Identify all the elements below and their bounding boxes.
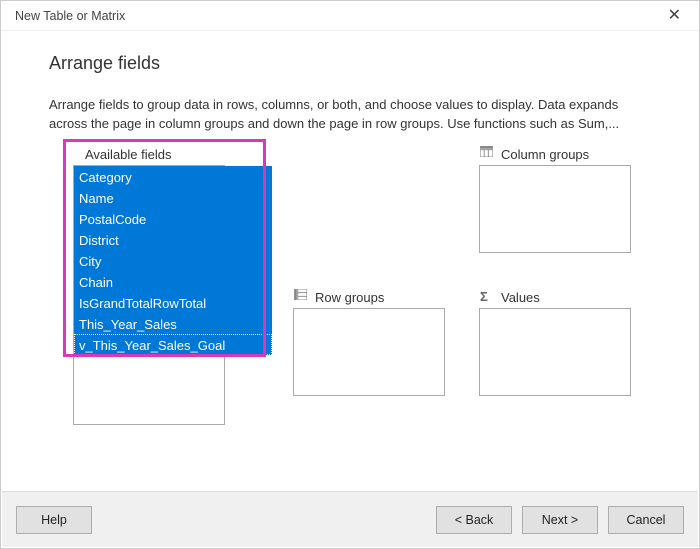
field-item[interactable]: District <box>74 229 272 250</box>
values-icon: Σ <box>480 289 488 304</box>
column-groups-label: Column groups <box>501 147 589 162</box>
values-box[interactable] <box>479 308 631 396</box>
back-button[interactable]: < Back <box>436 506 512 534</box>
column-groups-icon <box>480 146 493 157</box>
field-item[interactable]: Category <box>74 166 272 187</box>
page-title: Arrange fields <box>49 53 659 74</box>
cancel-button[interactable]: Cancel <box>608 506 684 534</box>
row-groups-box[interactable] <box>293 308 445 396</box>
field-item[interactable]: Name <box>74 187 272 208</box>
field-item[interactable]: Chain <box>74 271 272 292</box>
field-item[interactable]: IsGrandTotalRowTotal <box>74 292 272 313</box>
available-fields-label: Available fields <box>85 147 171 162</box>
row-groups-icon <box>294 289 307 300</box>
field-item[interactable]: This_Year_Sales <box>74 313 272 334</box>
window-title: New Table or Matrix <box>15 9 125 23</box>
row-groups-label: Row groups <box>315 290 384 305</box>
next-button[interactable]: Next > <box>522 506 598 534</box>
close-icon[interactable]: ✕ <box>660 4 689 28</box>
help-button[interactable]: Help <box>16 506 92 534</box>
field-item[interactable]: v_This_Year_Sales_Goal <box>74 334 272 355</box>
page-description: Arrange fields to group data in rows, co… <box>49 96 659 134</box>
column-groups-box[interactable] <box>479 165 631 253</box>
values-label: Values <box>501 290 540 305</box>
available-fields-box[interactable]: Category Name PostalCode District City C… <box>73 165 225 425</box>
field-item[interactable]: City <box>74 250 272 271</box>
available-fields-list[interactable]: Category Name PostalCode District City C… <box>74 166 272 355</box>
field-item[interactable]: PostalCode <box>74 208 272 229</box>
